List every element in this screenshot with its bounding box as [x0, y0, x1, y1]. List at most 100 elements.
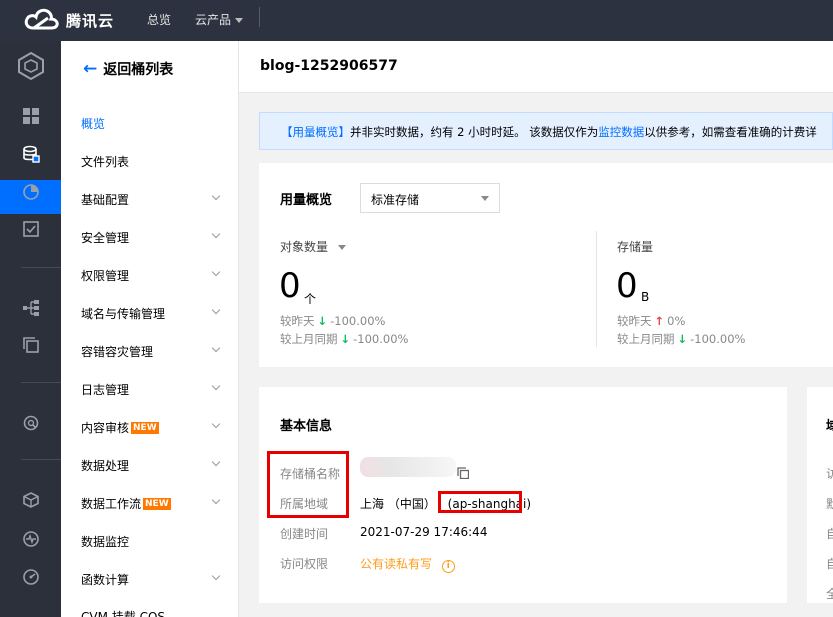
rail-divider — [21, 267, 61, 268]
basic-info-title: 基本信息 — [280, 419, 333, 434]
search-icon[interactable] — [18, 410, 44, 436]
chevron-down-icon — [211, 305, 221, 315]
arrow-left-icon: ← — [83, 59, 98, 79]
sidebar-item-label: 内容审核 — [81, 421, 130, 435]
arrow-up-icon: ↑ — [654, 314, 665, 328]
sidebar-item-label: 函数计算 — [81, 573, 130, 587]
sidebar-item-workflow[interactable]: 数据工作流 NEW — [81, 495, 229, 512]
icon-rail — [0, 41, 61, 617]
nav-products-label: 云产品 — [195, 13, 232, 27]
new-badge: NEW — [143, 497, 171, 510]
cube-icon[interactable] — [16, 51, 46, 81]
chevron-down-icon — [211, 419, 221, 429]
nav-divider — [259, 7, 260, 27]
chevron-down-icon — [211, 267, 221, 277]
right-card-label-fragment: 全 — [826, 587, 833, 601]
sidebar-item-label: 容错容灾管理 — [81, 345, 154, 359]
right-card-label-fragment: 自 — [826, 557, 833, 571]
sidebar-item-overview[interactable]: 概览 — [81, 115, 229, 132]
notice-tag: 【用量概览】 — [281, 125, 350, 139]
sidebar-item-security[interactable]: 安全管理 — [81, 229, 229, 246]
chevron-down-icon — [211, 571, 221, 581]
top-bar: 腾讯云 总览 云产品 — [0, 0, 833, 41]
back-to-bucket-list-link[interactable]: ← 返回桶列表 — [83, 59, 173, 79]
storage-class-select[interactable]: 标准存储 — [360, 183, 500, 213]
chevron-down-icon — [211, 343, 221, 353]
month-change-value: -100.00% — [690, 332, 746, 346]
chevron-down-icon — [235, 18, 244, 23]
sidebar-item-functions[interactable]: 函数计算 — [81, 571, 229, 588]
right-card-label-fragment: 自 — [826, 527, 833, 541]
sidebar-item-monitoring[interactable]: 数据监控 — [81, 533, 229, 550]
new-badge: NEW — [131, 421, 159, 434]
monitoring-data-link[interactable]: 监控数据 — [598, 125, 644, 139]
object-count-value: 0 — [279, 266, 301, 306]
object-count-label[interactable]: 对象数量 — [280, 238, 346, 255]
sidebar-item-logs[interactable]: 日志管理 — [81, 381, 229, 398]
sidebar-item-basic-config[interactable]: 基础配置 — [81, 191, 229, 208]
sidebar-item-label: 概览 — [81, 117, 106, 131]
brand-name[interactable]: 腾讯云 — [66, 10, 114, 31]
info-icon[interactable]: i — [441, 560, 455, 573]
month-change-label: 较上月同期 — [280, 332, 338, 346]
usage-overview-card: 用量概览 标准存储 对象数量 0 个 较昨天 ↓ -100.00% 较上月同期 ↓ -1… — [259, 163, 833, 367]
tree-icon[interactable] — [18, 295, 44, 321]
metric-divider — [596, 231, 597, 347]
notice-text: 并非实时数据，约有 2 小时时延。 该数据仅作为监控数据以供参考，如需查看准确的… — [350, 125, 817, 139]
sidebar-item-label: 基础配置 — [81, 193, 130, 207]
sidebar-item-label: 域名与传输管理 — [81, 307, 166, 321]
chevron-down-icon — [211, 457, 221, 467]
copy-icon[interactable] — [18, 332, 44, 358]
sidebar-item-permissions[interactable]: 权限管理 — [81, 267, 229, 284]
chevron-down-icon — [211, 229, 221, 239]
gauge-icon[interactable] — [18, 564, 44, 590]
tencent-cloud-logo-icon[interactable] — [24, 6, 60, 35]
day-change-label: 较昨天 — [280, 314, 315, 328]
object-count-month-change: 较上月同期 ↓ -100.00% — [280, 331, 408, 347]
labels-highlight-box — [267, 451, 349, 518]
arrow-down-icon: ↓ — [677, 332, 688, 346]
right-card-label-fragment: 访 — [826, 467, 833, 481]
sidebar-item-data-processing[interactable]: 数据处理 — [81, 457, 229, 474]
sidebar-item-domain-transfer[interactable]: 域名与传输管理 — [81, 305, 229, 322]
sidebar-item-cvm-mount[interactable]: CVM 挂载 COS — [81, 608, 229, 617]
sidebar-item-label: 安全管理 — [81, 231, 130, 245]
sidebar-item-label: 权限管理 — [81, 269, 130, 283]
chevron-down-icon — [211, 191, 221, 201]
month-change-label: 较上月同期 — [617, 332, 675, 346]
day-change-value: 0% — [667, 314, 686, 328]
copy-icon[interactable] — [457, 467, 470, 482]
sidebar-item-content-review[interactable]: 内容审核 NEW — [81, 419, 229, 436]
region-name: 上海 （中国） — [360, 497, 436, 511]
bucket-icon[interactable] — [18, 141, 44, 167]
storage-class-value: 标准存储 — [371, 193, 420, 207]
caret-down-icon — [481, 196, 489, 201]
pie-chart-icon[interactable] — [18, 179, 44, 205]
bucket-sidebar: ← 返回桶列表 概览 文件列表 基础配置 安全管理 权限管理 域名与传输管理 容… — [61, 41, 239, 617]
pulse-icon[interactable] — [18, 526, 44, 552]
hexagon-icon[interactable] — [18, 487, 44, 513]
nav-overview[interactable]: 总览 — [147, 11, 171, 28]
day-change-label: 较昨天 — [617, 314, 652, 328]
usage-title: 用量概览 — [280, 193, 333, 208]
page-title: blog-1252906577 — [260, 58, 398, 74]
bucket-name-value-redacted — [360, 457, 456, 477]
checklist-icon[interactable] — [18, 216, 44, 242]
storage-size-label: 存储量 — [617, 240, 654, 254]
nav-products[interactable]: 云产品 — [195, 11, 244, 28]
storage-size-day-change: 较昨天 ↑ 0% — [617, 313, 685, 329]
storage-size-value: 0 — [616, 266, 638, 306]
usage-notice: 【用量概览】并非实时数据，约有 2 小时时延。 该数据仅作为监控数据以供参考，如… — [259, 112, 833, 150]
grid-icon[interactable] — [18, 103, 44, 129]
sidebar-item-label: 数据处理 — [81, 459, 130, 473]
day-change-value: -100.00% — [330, 314, 386, 328]
storage-size-unit: B — [641, 290, 650, 304]
chevron-down-icon — [211, 381, 221, 391]
created-time-value: 2021-07-29 17:46:44 — [360, 525, 488, 539]
object-count-day-change: 较昨天 ↓ -100.00% — [280, 313, 385, 329]
sidebar-item-label: 数据工作流 — [81, 497, 142, 511]
storage-size-month-change: 较上月同期 ↓ -100.00% — [617, 331, 745, 347]
sidebar-item-file-list[interactable]: 文件列表 — [81, 153, 229, 170]
sidebar-item-fault-tolerance[interactable]: 容错容灾管理 — [81, 343, 229, 360]
sidebar-item-label: 数据监控 — [81, 535, 130, 549]
